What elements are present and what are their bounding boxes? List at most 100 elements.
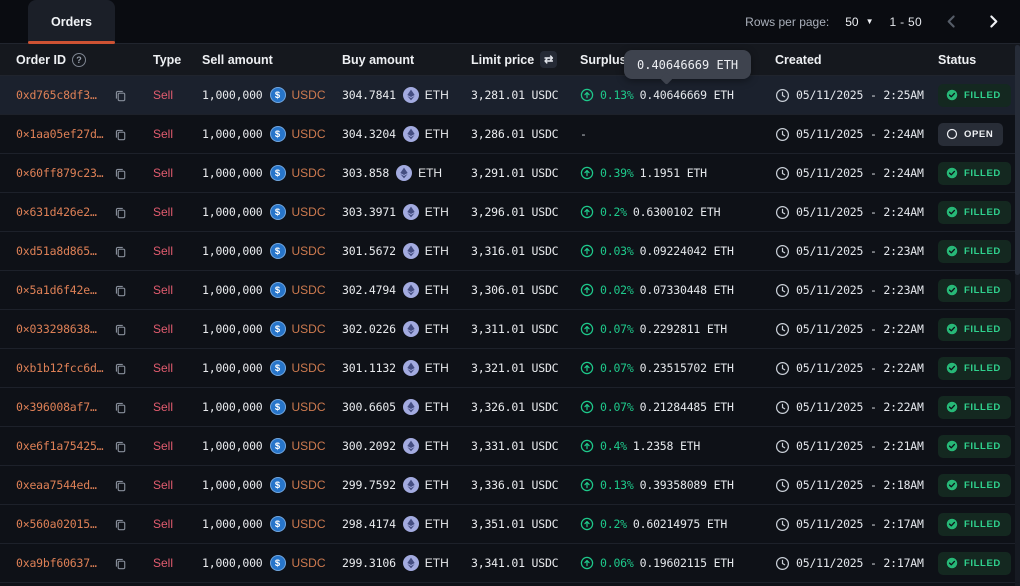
surplus-percent: 0.2% <box>600 205 627 219</box>
eth-glyph <box>406 206 416 218</box>
eth-icon <box>403 243 419 259</box>
invert-price-icon[interactable]: ⇄ <box>540 51 557 68</box>
clock-icon <box>775 88 790 103</box>
clock-icon <box>775 400 790 415</box>
copy-icon <box>114 206 127 219</box>
check-circle-icon <box>946 245 958 257</box>
order-id-link[interactable]: 0xd765c8df3… <box>16 88 108 102</box>
order-id-link[interactable]: 0xa9bf60637… <box>16 556 108 570</box>
table-row[interactable]: 0×1aa05ef27d…Sell1,000,000$USDC304.3204E… <box>0 115 1020 154</box>
table-row[interactable]: 0×631d426e2…Sell1,000,000$USDC303.3971ET… <box>0 193 1020 232</box>
order-id-link[interactable]: 0×1aa05ef27d… <box>16 127 108 141</box>
sell-token-label: USDC <box>292 400 326 414</box>
tab-orders-label: Orders <box>51 15 92 29</box>
limit-price: 3,291.01 USDC <box>471 166 580 180</box>
column-header-order-id: Order ID ? <box>0 53 153 67</box>
pagination-controls: Rows per page: 50 ▼ 1 - 50 <box>745 0 1006 43</box>
order-id-link[interactable]: 0xd51a8d865… <box>16 244 108 258</box>
usdc-icon: $ <box>270 87 286 103</box>
order-id-link[interactable]: 0×396008af7… <box>16 400 108 414</box>
sell-amount: 1,000,000 <box>202 166 263 180</box>
surplus-cell: 0.07%0.23515702 ETH <box>580 361 775 375</box>
table-row[interactable]: 0xb1b12fcc6d…Sell1,000,000$USDC301.1132E… <box>0 349 1020 388</box>
table-row[interactable]: 0xd51a8d865…Sell1,000,000$USDC301.5672ET… <box>0 232 1020 271</box>
copy-button[interactable] <box>114 401 127 414</box>
order-id-link[interactable]: 0xe6f1a75425… <box>16 439 108 453</box>
surplus-up-icon <box>580 400 594 414</box>
copy-icon <box>114 245 127 258</box>
table-row[interactable]: 0xa9bf60637…Sell1,000,000$USDC299.3106ET… <box>0 544 1020 583</box>
rows-per-page-label: Rows per page: <box>745 15 829 29</box>
copy-button[interactable] <box>114 206 127 219</box>
copy-icon <box>114 479 127 492</box>
scrollbar-thumb[interactable] <box>1015 45 1020 275</box>
table-row[interactable]: 0xd765c8df3…Sell1,000,000$USDC304.7841ET… <box>0 76 1020 115</box>
copy-button[interactable] <box>114 167 127 180</box>
copy-button[interactable] <box>114 245 127 258</box>
next-page-button[interactable] <box>980 9 1006 35</box>
order-id-link[interactable]: 0×631d426e2… <box>16 205 108 219</box>
surplus-amount: 0.21284485 ETH <box>640 400 734 414</box>
table-row[interactable]: 0×560a02015…Sell1,000,000$USDC298.4174ET… <box>0 505 1020 544</box>
tab-orders[interactable]: Orders <box>28 0 115 43</box>
copy-button[interactable] <box>114 284 127 297</box>
help-icon[interactable]: ? <box>72 53 86 67</box>
copy-button[interactable] <box>114 518 127 531</box>
sell-token-label: USDC <box>292 556 326 570</box>
table-row[interactable]: 0xeaa7544ed…Sell1,000,000$USDC299.7592ET… <box>0 466 1020 505</box>
sell-amount: 1,000,000 <box>202 400 263 414</box>
copy-button[interactable] <box>114 362 127 375</box>
surplus-up-icon <box>580 205 594 219</box>
copy-button[interactable] <box>114 479 127 492</box>
order-type: Sell <box>153 361 202 375</box>
order-id-link[interactable]: 0×5a1d6f42e… <box>16 283 108 297</box>
prev-page-button[interactable] <box>938 9 964 35</box>
buy-amount: 304.7841 <box>342 88 396 102</box>
surplus-up-icon <box>580 166 594 180</box>
copy-button[interactable] <box>114 440 127 453</box>
surplus-cell: 0.13%0.40646669 ETH <box>580 88 775 102</box>
eth-icon <box>403 282 419 298</box>
copy-icon <box>114 440 127 453</box>
order-type: Sell <box>153 205 202 219</box>
copy-button[interactable] <box>114 89 127 102</box>
clock-icon <box>775 478 790 493</box>
status-label: FILLED <box>964 168 1001 179</box>
copy-button[interactable] <box>114 323 127 336</box>
surplus-cell: 0.2%0.60214975 ETH <box>580 517 775 531</box>
sell-amount: 1,000,000 <box>202 478 263 492</box>
eth-icon <box>403 321 419 337</box>
status-label: FILLED <box>964 402 1001 413</box>
sell-token-label: USDC <box>292 478 326 492</box>
check-circle-icon <box>946 479 958 491</box>
order-id-link[interactable]: 0×560a02015… <box>16 517 108 531</box>
sell-amount: 1,000,000 <box>202 322 263 336</box>
table-row[interactable]: 0×033298638…Sell1,000,000$USDC302.0226ET… <box>0 310 1020 349</box>
order-id-link[interactable]: 0xeaa7544ed… <box>16 478 108 492</box>
order-type: Sell <box>153 127 202 141</box>
usdc-icon: $ <box>270 204 286 220</box>
order-id-link[interactable]: 0×033298638… <box>16 322 108 336</box>
clock-icon <box>775 322 790 337</box>
vertical-scrollbar[interactable] <box>1015 45 1020 586</box>
status-label: FILLED <box>964 480 1001 491</box>
table-row[interactable]: 0×396008af7…Sell1,000,000$USDC300.6605ET… <box>0 388 1020 427</box>
table-row[interactable]: 0xe6f1a75425…Sell1,000,000$USDC300.2092E… <box>0 427 1020 466</box>
order-id-link[interactable]: 0×60ff879c23… <box>16 166 108 180</box>
surplus-amount: 0.2292811 ETH <box>640 322 727 336</box>
copy-button[interactable] <box>114 557 127 570</box>
surplus-amount: 0.19602115 ETH <box>640 556 734 570</box>
sell-token-label: USDC <box>292 88 326 102</box>
sell-token-label: USDC <box>292 205 326 219</box>
copy-button[interactable] <box>114 128 127 141</box>
table-row[interactable]: 0×5a1d6f42e…Sell1,000,000$USDC302.4794ET… <box>0 271 1020 310</box>
rows-per-page-select[interactable]: 50 ▼ <box>845 15 873 29</box>
usdc-icon: $ <box>270 126 286 142</box>
eth-icon <box>396 165 412 181</box>
sell-token-label: USDC <box>292 244 326 258</box>
table-row[interactable]: 0×60ff879c23…Sell1,000,000$USDC303.858ET… <box>0 154 1020 193</box>
surplus-amount: 0.40646669 ETH <box>640 88 734 102</box>
order-type: Sell <box>153 244 202 258</box>
order-id-link[interactable]: 0xb1b12fcc6d… <box>16 361 108 375</box>
surplus-cell: 0.4%1.2358 ETH <box>580 439 775 453</box>
